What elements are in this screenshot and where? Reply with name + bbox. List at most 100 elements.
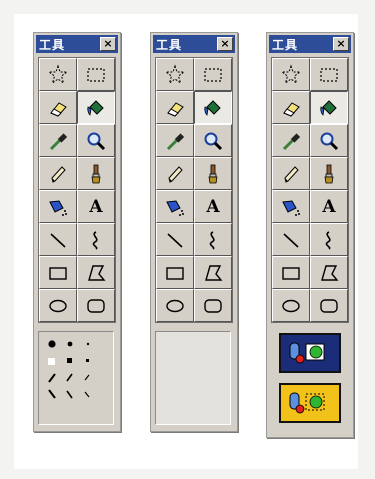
tool-free-form-select[interactable]: [39, 58, 77, 91]
tool-color-picker[interactable]: [39, 124, 77, 157]
tool-brush[interactable]: [310, 157, 348, 190]
tool-curve[interactable]: [310, 223, 348, 256]
tool-fill[interactable]: [77, 91, 115, 124]
close-button[interactable]: ×: [333, 37, 349, 51]
curve-icon: [209, 230, 215, 250]
paint-bucket-icon: [204, 99, 221, 116]
tool-grid: A: [38, 57, 116, 323]
paint-bucket-icon: [320, 99, 337, 116]
tool-brush[interactable]: [194, 157, 232, 190]
text-icon: A: [89, 196, 103, 217]
tool-rounded-rect[interactable]: [77, 289, 115, 322]
ellipse-icon: [166, 299, 184, 312]
tool-pencil[interactable]: [39, 157, 77, 190]
airbrush-icon: [49, 199, 67, 216]
tool-color-picker[interactable]: [272, 124, 310, 157]
tool-polygon[interactable]: [194, 256, 232, 289]
tool-curve[interactable]: [194, 223, 232, 256]
tool-rectangle[interactable]: [272, 256, 310, 289]
tool-airbrush[interactable]: [39, 190, 77, 223]
tool-rectangle[interactable]: [156, 256, 194, 289]
toolbox-title-bar[interactable]: 工具 ×: [269, 35, 351, 53]
transparent-selection-icon[interactable]: [279, 383, 341, 423]
tool-pencil[interactable]: [272, 157, 310, 190]
brush-icon: [324, 164, 334, 183]
tool-line[interactable]: [39, 223, 77, 256]
toolbox-title: 工具: [156, 37, 183, 52]
brush-icon: [208, 164, 218, 183]
line-icon: [50, 232, 66, 248]
tool-airbrush[interactable]: [272, 190, 310, 223]
eyedropper-icon: [49, 132, 68, 150]
rounded-rect-icon: [204, 298, 222, 313]
selection-options-panel: [271, 333, 345, 431]
airbrush-icon: [166, 199, 184, 216]
tool-magnifier[interactable]: [77, 124, 115, 157]
tool-brush[interactable]: [77, 157, 115, 190]
toolbox-2: 工具 × A: [150, 32, 238, 432]
tool-rounded-rect[interactable]: [194, 289, 232, 322]
toolbox-3: 工具 × A: [266, 32, 354, 438]
eraser-icon: [283, 101, 300, 117]
tool-eraser[interactable]: [156, 91, 194, 124]
close-button[interactable]: ×: [100, 37, 116, 51]
tool-magnifier[interactable]: [310, 124, 348, 157]
tool-free-form-select[interactable]: [272, 58, 310, 91]
close-button[interactable]: ×: [217, 37, 233, 51]
opaque-selection-icon[interactable]: [279, 333, 341, 373]
tool-text[interactable]: A: [77, 190, 115, 223]
tool-text[interactable]: A: [310, 190, 348, 223]
tool-rect-select[interactable]: [77, 58, 115, 91]
pencil-icon: [51, 165, 66, 183]
toolbox-title-bar[interactable]: 工具 ×: [153, 35, 235, 53]
tool-line[interactable]: [156, 223, 194, 256]
tool-eraser[interactable]: [272, 91, 310, 124]
tool-line[interactable]: [272, 223, 310, 256]
rectangle-icon: [166, 266, 184, 280]
tool-rounded-rect[interactable]: [310, 289, 348, 322]
tool-rectangle[interactable]: [39, 256, 77, 289]
tool-magnifier[interactable]: [194, 124, 232, 157]
tool-curve[interactable]: [77, 223, 115, 256]
tool-ellipse[interactable]: [39, 289, 77, 322]
polygon-icon: [321, 264, 339, 281]
pencil-icon: [168, 165, 183, 183]
star-select-icon: [47, 63, 69, 84]
polygon-icon: [205, 264, 223, 281]
star-select-icon: [280, 63, 302, 84]
tool-rect-select[interactable]: [194, 58, 232, 91]
tool-ellipse[interactable]: [272, 289, 310, 322]
tool-free-form-select[interactable]: [156, 58, 194, 91]
empty-options-panel: [155, 331, 231, 425]
tool-eraser[interactable]: [39, 91, 77, 124]
tool-fill[interactable]: [310, 91, 348, 124]
magnifier-icon: [320, 132, 339, 150]
toolbox-title: 工具: [272, 37, 299, 52]
magnifier-icon: [204, 132, 223, 150]
tool-rect-select[interactable]: [310, 58, 348, 91]
rounded-rect-icon: [320, 298, 338, 313]
tool-pencil[interactable]: [156, 157, 194, 190]
eraser-icon: [167, 101, 184, 117]
brush-options-panel: [38, 331, 114, 425]
eraser-icon: [50, 101, 67, 117]
tool-polygon[interactable]: [310, 256, 348, 289]
toolbox-title-bar[interactable]: 工具 ×: [36, 35, 118, 53]
tool-text[interactable]: A: [194, 190, 232, 223]
tool-ellipse[interactable]: [156, 289, 194, 322]
dashed-rect-icon: [320, 67, 338, 82]
brush-shape-options[interactable]: [39, 332, 113, 424]
toolbox-1: 工具 × A: [33, 32, 121, 432]
tool-fill[interactable]: [194, 91, 232, 124]
tool-grid: A: [271, 57, 349, 323]
tool-color-picker[interactable]: [156, 124, 194, 157]
brush-icon: [91, 164, 101, 183]
polygon-icon: [88, 264, 106, 281]
tool-polygon[interactable]: [77, 256, 115, 289]
line-icon: [167, 232, 183, 248]
airbrush-icon: [282, 199, 300, 216]
eyedropper-icon: [282, 132, 301, 150]
ellipse-icon: [49, 299, 67, 312]
curve-icon: [325, 230, 331, 250]
tool-airbrush[interactable]: [156, 190, 194, 223]
